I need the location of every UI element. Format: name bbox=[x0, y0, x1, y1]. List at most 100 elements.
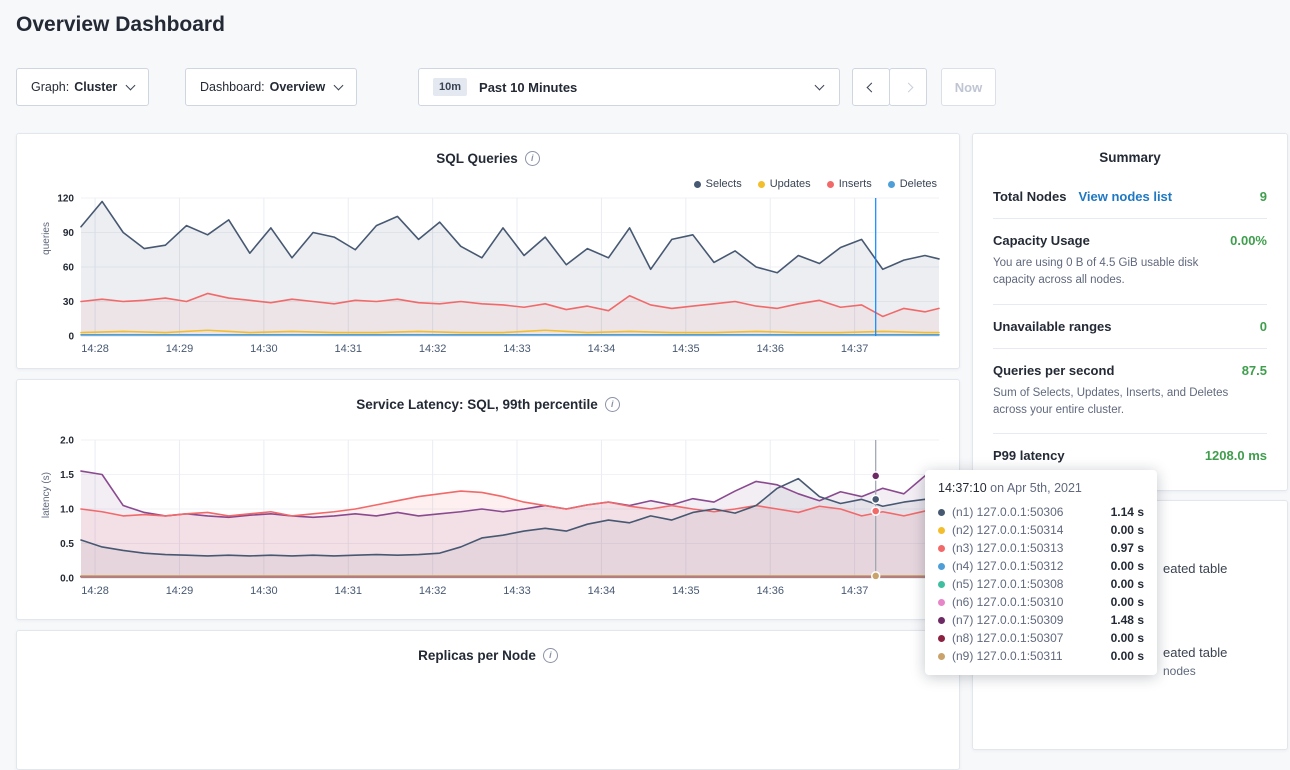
svg-text:30: 30 bbox=[63, 297, 75, 308]
tooltip-node-row: (n6) 127.0.0.1:50310 0.00 s bbox=[938, 593, 1144, 611]
node-latency-value: 0.00 s bbox=[1111, 577, 1144, 591]
svg-text:14:32: 14:32 bbox=[419, 343, 447, 355]
node-latency-value: 1.48 s bbox=[1111, 613, 1144, 627]
latency-panel-title: Service Latency: SQL, 99th percentile i bbox=[17, 380, 959, 412]
qps-caption: Sum of Selects, Updates, Inserts, and De… bbox=[993, 385, 1267, 420]
svg-text:0.5: 0.5 bbox=[60, 539, 74, 550]
qps-value: 87.5 bbox=[1242, 363, 1267, 378]
tooltip-timestamp: 14:37:10 on Apr 5th, 2021 bbox=[938, 481, 1144, 495]
node-color-dot bbox=[938, 545, 945, 552]
node-color-dot bbox=[938, 581, 945, 588]
node-color-dot bbox=[938, 635, 945, 642]
tooltip-node-row: (n3) 127.0.0.1:50313 0.97 s bbox=[938, 539, 1144, 557]
event-text-fragment: nodes bbox=[1163, 664, 1196, 678]
svg-text:14:31: 14:31 bbox=[334, 343, 362, 355]
total-nodes-label: Total Nodes bbox=[993, 189, 1066, 204]
total-nodes-value: 9 bbox=[1260, 189, 1267, 204]
node-address: (n3) 127.0.0.1:50313 bbox=[952, 541, 1063, 555]
svg-text:120: 120 bbox=[57, 194, 74, 205]
node-color-dot bbox=[938, 563, 945, 570]
capacity-usage-value: 0.00% bbox=[1230, 233, 1267, 248]
sql-queries-panel: SQL Queries i Selects Updates Inserts De… bbox=[16, 133, 960, 369]
info-icon[interactable]: i bbox=[525, 151, 540, 166]
inserts-color-dot bbox=[827, 181, 834, 188]
node-address: (n4) 127.0.0.1:50312 bbox=[952, 559, 1063, 573]
tooltip-time: 14:37:10 bbox=[938, 481, 987, 495]
svg-text:14:35: 14:35 bbox=[672, 343, 700, 355]
tooltip-date: on Apr 5th, 2021 bbox=[987, 481, 1082, 495]
p99-latency-value: 1208.0 ms bbox=[1205, 448, 1267, 463]
tooltip-node-row: (n5) 127.0.0.1:50308 0.00 s bbox=[938, 575, 1144, 593]
time-range-label: Past 10 Minutes bbox=[479, 80, 577, 95]
svg-text:14:29: 14:29 bbox=[166, 343, 194, 355]
capacity-usage-caption: You are using 0 B of 4.5 GiB usable disk… bbox=[993, 255, 1267, 290]
svg-text:14:36: 14:36 bbox=[756, 343, 784, 355]
svg-text:0: 0 bbox=[68, 332, 74, 343]
tooltip-node-row: (n9) 127.0.0.1:50311 0.00 s bbox=[938, 647, 1144, 665]
svg-text:2.0: 2.0 bbox=[60, 436, 74, 447]
chevron-down-icon bbox=[334, 80, 344, 90]
time-range-selector[interactable]: 10m Past 10 Minutes bbox=[418, 68, 840, 106]
info-icon[interactable]: i bbox=[605, 397, 620, 412]
time-next-button[interactable] bbox=[889, 68, 927, 106]
capacity-usage-label: Capacity Usage bbox=[993, 233, 1090, 248]
svg-text:14:32: 14:32 bbox=[419, 585, 447, 597]
now-button[interactable]: Now bbox=[941, 68, 996, 106]
summary-row-capacity: Capacity Usage 0.00% You are using 0 B o… bbox=[993, 219, 1267, 305]
chevron-left-icon bbox=[866, 82, 876, 92]
tooltip-node-row: (n4) 127.0.0.1:50312 0.00 s bbox=[938, 557, 1144, 575]
svg-text:1.5: 1.5 bbox=[60, 470, 74, 481]
graph-dropdown-value: Cluster bbox=[74, 80, 117, 94]
dashboard-dropdown[interactable]: Dashboard: Overview bbox=[185, 68, 357, 106]
node-color-dot bbox=[938, 599, 945, 606]
node-address: (n2) 127.0.0.1:50314 bbox=[952, 523, 1063, 537]
node-address: (n6) 127.0.0.1:50310 bbox=[952, 595, 1063, 609]
node-color-dot bbox=[938, 617, 945, 624]
sql-queries-legend: Selects Updates Inserts Deletes bbox=[694, 178, 937, 190]
info-icon[interactable]: i bbox=[543, 648, 558, 663]
node-color-dot bbox=[938, 653, 945, 660]
legend-item-updates[interactable]: Updates bbox=[758, 178, 811, 190]
unavailable-ranges-value: 0 bbox=[1260, 319, 1267, 334]
legend-label: Updates bbox=[770, 178, 811, 190]
node-address: (n5) 127.0.0.1:50308 bbox=[952, 577, 1063, 591]
selects-color-dot bbox=[694, 181, 701, 188]
svg-text:14:28: 14:28 bbox=[81, 585, 109, 597]
node-latency-value: 0.00 s bbox=[1111, 631, 1144, 645]
chevron-down-icon bbox=[126, 80, 136, 90]
graph-dropdown[interactable]: Graph: Cluster bbox=[16, 68, 149, 106]
legend-label: Deletes bbox=[900, 178, 937, 190]
latency-chart[interactable]: 0.00.51.01.52.014:2814:2914:3014:3114:32… bbox=[31, 432, 945, 605]
node-address: (n7) 127.0.0.1:50309 bbox=[952, 613, 1063, 627]
tooltip-node-row: (n2) 127.0.0.1:50314 0.00 s bbox=[938, 521, 1144, 539]
replicas-panel-title: Replicas per Node i bbox=[17, 631, 959, 663]
svg-text:0.0: 0.0 bbox=[60, 574, 74, 585]
replicas-title-text: Replicas per Node bbox=[418, 648, 536, 663]
legend-item-selects[interactable]: Selects bbox=[694, 178, 742, 190]
node-address: (n8) 127.0.0.1:50307 bbox=[952, 631, 1063, 645]
legend-item-inserts[interactable]: Inserts bbox=[827, 178, 872, 190]
latency-title-text: Service Latency: SQL, 99th percentile bbox=[356, 397, 598, 412]
node-address: (n9) 127.0.0.1:50311 bbox=[952, 649, 1063, 663]
svg-text:14:34: 14:34 bbox=[588, 343, 616, 355]
view-nodes-list-link[interactable]: View nodes list bbox=[1078, 189, 1172, 204]
legend-item-deletes[interactable]: Deletes bbox=[888, 178, 937, 190]
node-latency-value: 0.00 s bbox=[1111, 595, 1144, 609]
event-text-fragment: eated table bbox=[1163, 645, 1227, 660]
sql-queries-panel-title: SQL Queries i bbox=[17, 134, 959, 166]
svg-text:14:28: 14:28 bbox=[81, 343, 109, 355]
svg-text:14:29: 14:29 bbox=[166, 585, 194, 597]
sql-queries-chart[interactable]: 030609012014:2814:2914:3014:3114:3214:33… bbox=[31, 190, 945, 363]
svg-text:14:35: 14:35 bbox=[672, 585, 700, 597]
deletes-color-dot bbox=[888, 181, 895, 188]
svg-text:14:33: 14:33 bbox=[503, 585, 531, 597]
svg-text:14:30: 14:30 bbox=[250, 585, 278, 597]
chart-hover-tooltip: 14:37:10 on Apr 5th, 2021 (n1) 127.0.0.1… bbox=[925, 470, 1157, 675]
chevron-right-icon bbox=[903, 82, 913, 92]
time-prev-button[interactable] bbox=[852, 68, 890, 106]
node-latency-value: 0.00 s bbox=[1111, 649, 1144, 663]
latency-panel: Service Latency: SQL, 99th percentile i … bbox=[16, 379, 960, 620]
updates-color-dot bbox=[758, 181, 765, 188]
node-latency-value: 1.14 s bbox=[1111, 505, 1144, 519]
svg-text:14:36: 14:36 bbox=[756, 585, 784, 597]
